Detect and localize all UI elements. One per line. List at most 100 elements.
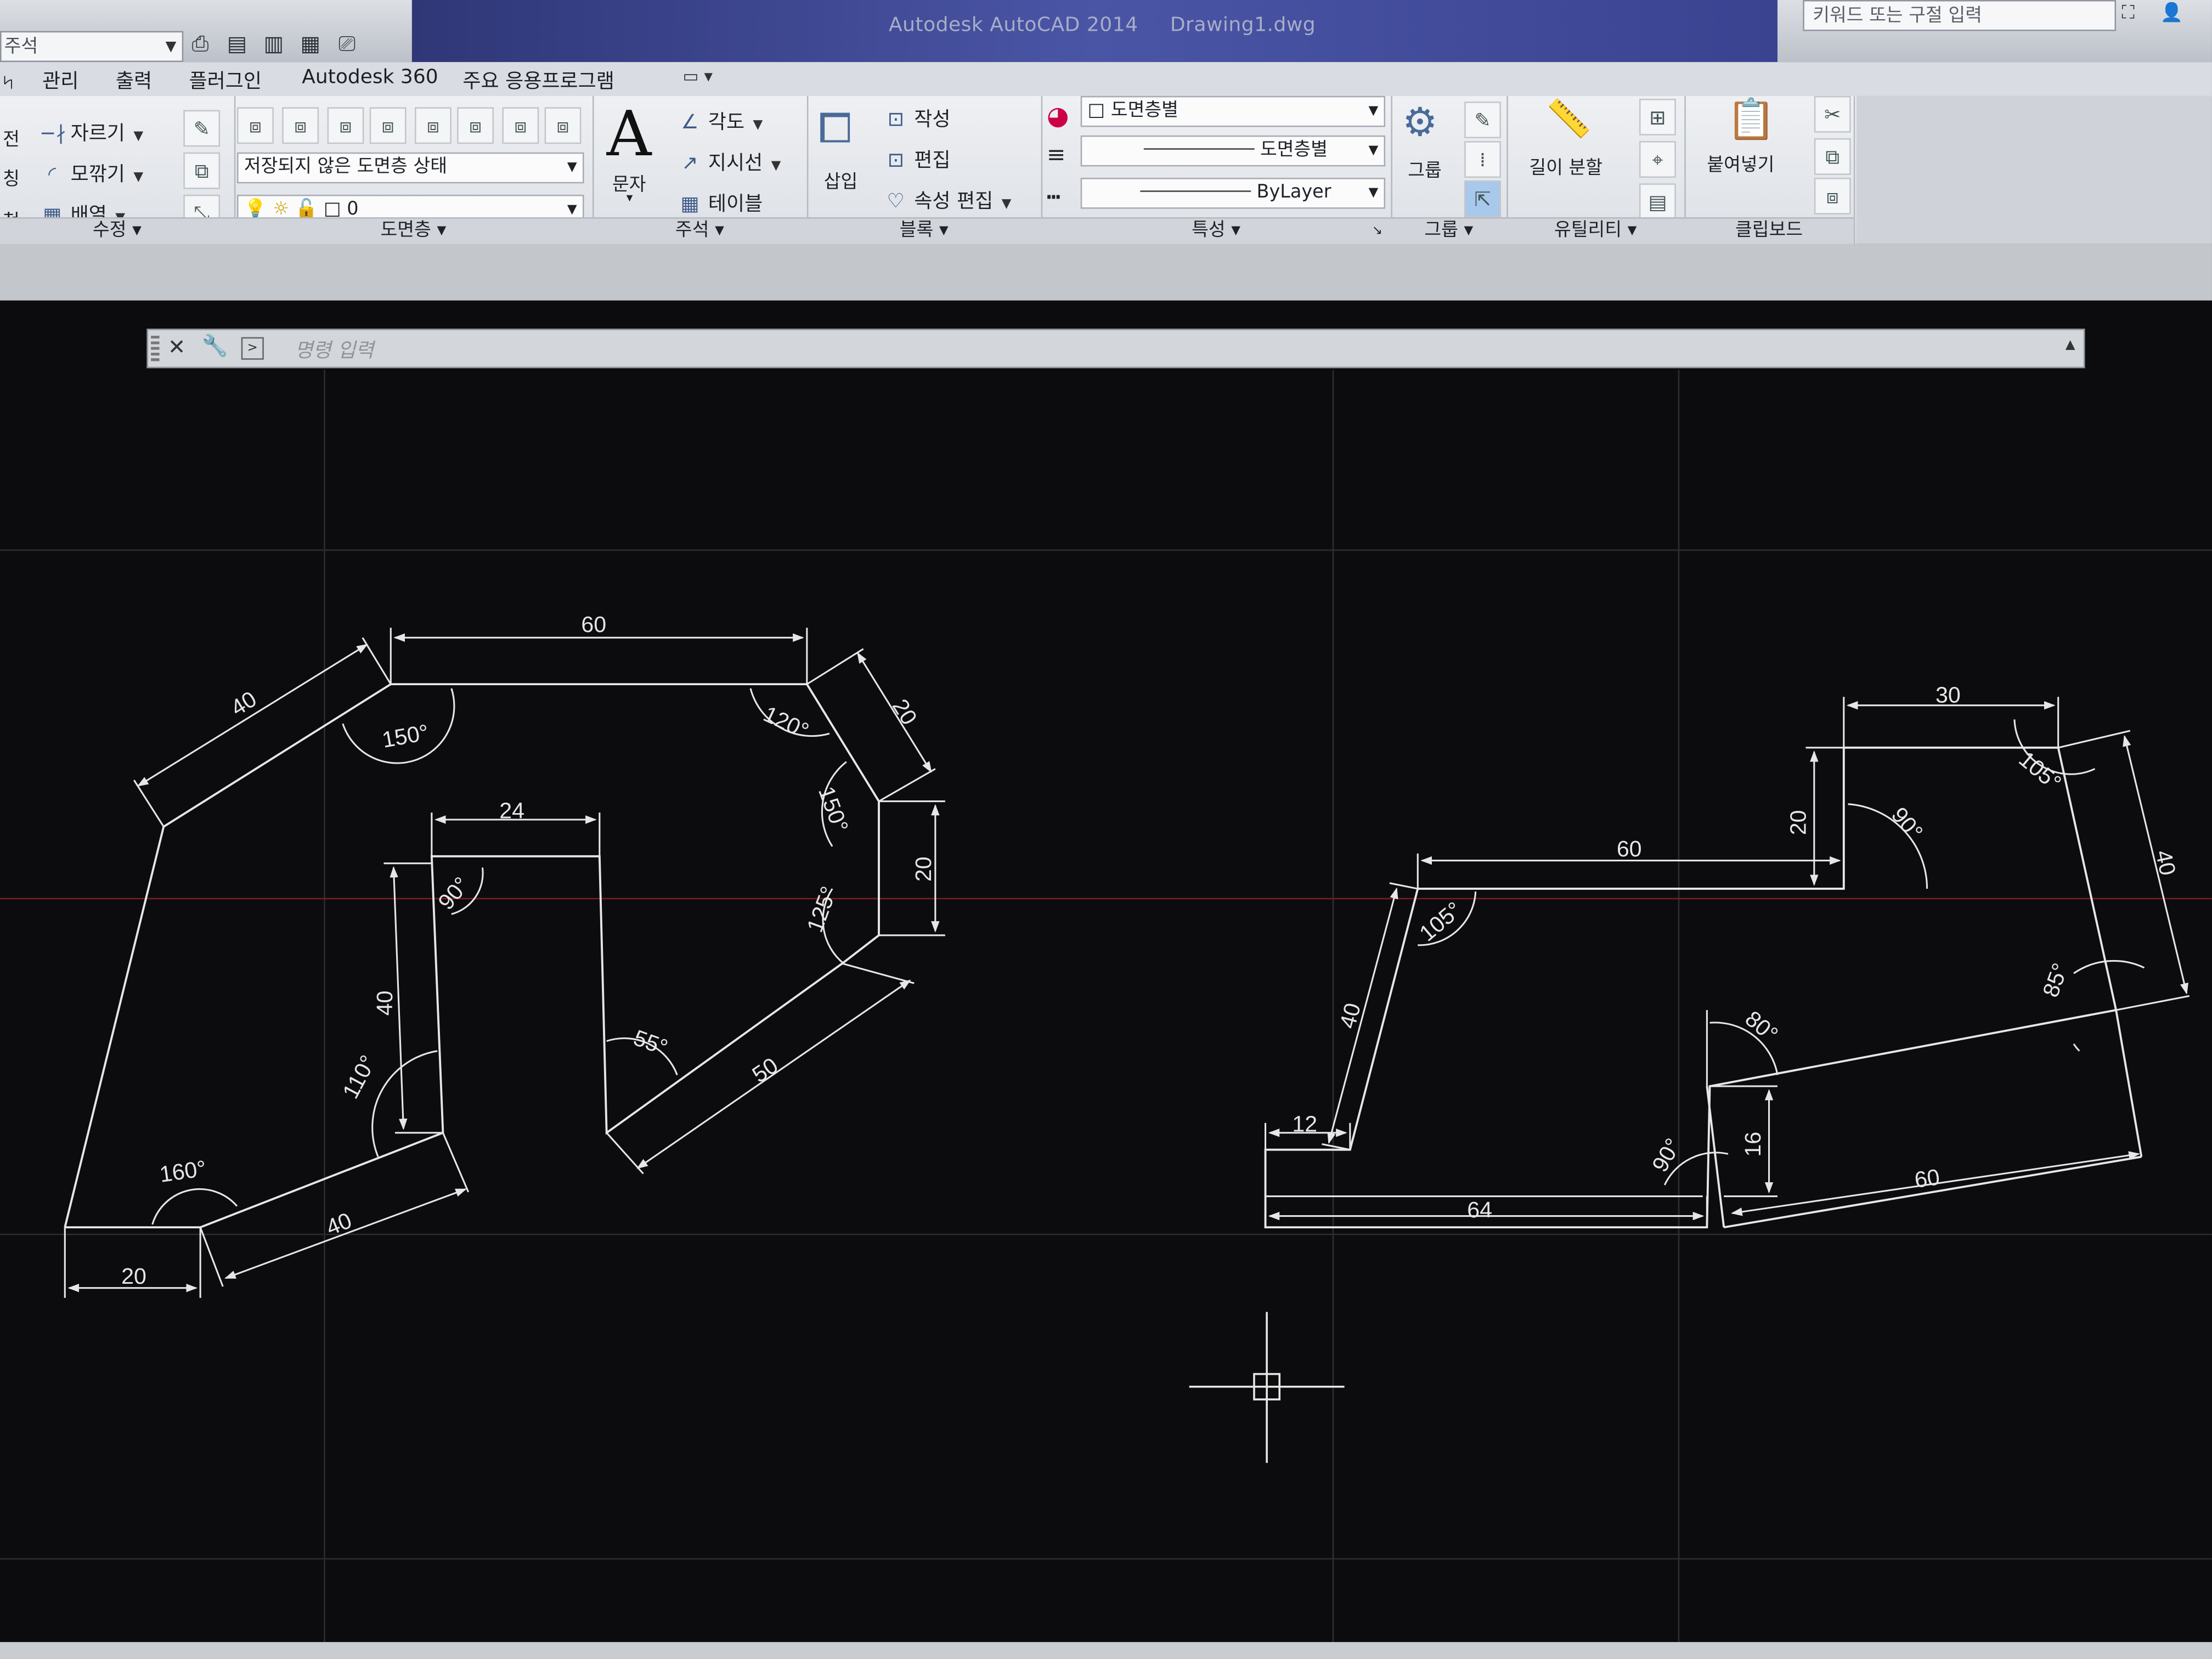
leader-button[interactable]: ↗ 지시선 ▼ <box>677 148 781 176</box>
trim-button[interactable]: −∤ 자르기 ▼ <box>40 119 143 146</box>
color-select[interactable]: □ 도면층별 ▼ <box>1080 95 1386 127</box>
tab-overflow[interactable]: ৸ <box>3 66 13 100</box>
layer-state-select[interactable]: 저장되지 않은 도면층 상태 ▼ <box>236 152 584 184</box>
dim-text: 20 <box>911 856 936 882</box>
clipboard-icon: 📋 <box>1726 95 1776 143</box>
linetype-icon: ┅ <box>1046 183 1060 211</box>
group-select-icon[interactable]: ⇱ <box>1464 180 1501 217</box>
dialog-launcher-icon[interactable]: ↘ <box>1372 219 1383 244</box>
workspace-switcher[interactable]: 주석 ▼ <box>0 31 184 63</box>
linetype-value: ByLayer <box>1256 182 1331 204</box>
panel-layers: ⧈ ⧈ ⧈ ⧈ ⧈ ⧈ ⧈ ⧈ 저장되지 않은 도면층 상태 ▼ 💡 ☼ 🔓 □ … <box>234 95 594 244</box>
chevron-up-icon[interactable]: ▲ <box>2066 338 2075 353</box>
edit-attributes-button[interactable]: ♡ 속성 편집 ▼ <box>883 186 1012 214</box>
chevron-down-icon: ▼ <box>133 129 144 144</box>
id-point-icon[interactable]: ⌖ <box>1639 141 1676 178</box>
binoculars-icon[interactable]: ⛶ <box>2121 3 2134 24</box>
status-bar <box>0 1642 2212 1659</box>
ribbon-tabs: ৸ 관리 출력 플러그인 Autodesk 360 주요 응용프로그램 ▭ ▾ <box>0 62 2212 100</box>
drag-handle[interactable] <box>151 335 160 362</box>
save-icon[interactable]: ▤ <box>223 30 251 58</box>
panel-title-layers[interactable]: 도면층 ▾ <box>234 217 592 244</box>
erase-icon[interactable]: ✎ <box>183 110 221 147</box>
dim-text: 60 <box>581 612 606 637</box>
tab-output[interactable]: 출력 <box>116 66 152 94</box>
panel-title-properties[interactable]: 특성 ▾ ↘ <box>1041 217 1391 244</box>
ribbon: 전 칭 척 −∤자르기▼ ◜모깎기▼ ▦배열▼ ✎ ⧉ ⤡ 수정 ▾ ⧈ ⧈ ⧈… <box>0 95 1857 246</box>
utilities-title: 유틸리티 <box>1554 220 1622 241</box>
fillet-icon: ◜ <box>48 163 57 187</box>
print-icon[interactable]: ⎙ <box>186 30 214 58</box>
tab-autodesk360[interactable]: Autodesk 360 <box>302 66 438 89</box>
layer-freeze-icon[interactable]: ⧈ <box>369 107 407 144</box>
layer-properties-icon[interactable]: ⧈ <box>236 107 274 144</box>
panel-title-annotation[interactable]: 주석 ▾ <box>592 217 807 244</box>
color-value: 도면층별 <box>1110 100 1178 122</box>
fillet-label: 모깎기 <box>70 163 125 187</box>
layers-title: 도면층 <box>380 220 431 241</box>
copy-with-basepoint-icon[interactable]: ⧈ <box>1814 177 1851 215</box>
panel-utilities: 📏 길이 분할 ⊞ ⌖ ▤ 유틸리티 ▾ <box>1506 95 1686 244</box>
close-icon[interactable]: ✕ <box>168 334 185 359</box>
lineweight-select[interactable]: ────────── 도면층별 ▼ <box>1080 135 1386 167</box>
lineweight-value: 도면층별 <box>1260 139 1328 161</box>
panel-title-groups[interactable]: 그룹 ▾ <box>1391 217 1507 244</box>
quick-access-toolbar: ⎙ ▤ ▥ ▦ ⎚ <box>186 25 361 62</box>
table-button[interactable]: ▦ 테이블 <box>677 189 763 217</box>
search-placeholder: 키워드 또는 구절 입력 <box>1813 5 1982 27</box>
angular-dimension-button[interactable]: ∠ 각도 ▼ <box>677 107 763 135</box>
layer-lock-icon[interactable]: ⧈ <box>414 107 452 144</box>
command-line[interactable]: ✕ 🔧 > 명령 입력 ▲ <box>146 329 2085 369</box>
create-block-icon: ⊡ <box>887 108 904 132</box>
quick-select-icon[interactable]: ⊞ <box>1639 98 1676 136</box>
ruler-icon: 📏 <box>1546 98 1592 142</box>
drawing-canvas[interactable]: 60 40 20 24 40 20 50 40 20 150° 120° 150… <box>0 369 2212 1659</box>
panel-title-modify[interactable]: 수정 ▾ <box>0 217 234 244</box>
dim-text: 20 <box>1785 810 1810 836</box>
account-icons[interactable]: ⛶ 👤 <box>2121 0 2212 31</box>
chevron-down-icon: ▼ <box>1368 144 1379 158</box>
copy-icon[interactable]: ⧉ <box>183 152 221 189</box>
user-icon[interactable]: 👤 <box>2160 3 2183 24</box>
plot-icon[interactable]: ▦ <box>296 30 324 58</box>
ungroup-icon[interactable]: ✎ <box>1464 101 1501 138</box>
wrench-icon[interactable]: 🔧 <box>202 333 228 358</box>
panel-clipboard: 📋 붙여넣기 ✂ ⧉ ⧈ 클립보드 <box>1684 95 1855 244</box>
ribbon-toggle-icon[interactable]: ▭ ▾ <box>683 66 713 86</box>
insert-block-icon: ⧠ <box>818 104 853 154</box>
chevron-down-icon: ▼ <box>771 159 781 174</box>
layer-off-icon[interactable]: ⧈ <box>282 107 319 144</box>
tab-manage[interactable]: 관리 <box>42 66 78 94</box>
copy-clip-icon[interactable]: ⧉ <box>1814 138 1851 175</box>
cut-icon[interactable]: ✂ <box>1814 95 1851 133</box>
layer-merge-icon[interactable]: ⧈ <box>544 107 582 144</box>
panel-title-clipboard[interactable]: 클립보드 <box>1684 217 1854 244</box>
window-title: Autodesk AutoCAD 2014 Drawing1.dwg <box>889 14 1341 37</box>
calculator-icon[interactable]: ▤ <box>1639 183 1676 221</box>
create-block-button[interactable]: ⊡ 작성 <box>883 104 951 132</box>
panel-title-block[interactable]: 블록 ▾ <box>806 217 1041 244</box>
tab-featured-apps[interactable]: 주요 응용프로그램 <box>462 66 614 94</box>
publish-icon[interactable]: ⎚ <box>333 30 361 58</box>
groups-title: 그룹 <box>1424 220 1458 241</box>
modify-row-label: 전 <box>3 129 20 151</box>
group-edit-icon[interactable]: ⁞ <box>1464 141 1501 178</box>
linetype-select[interactable]: ────────── ByLayer ▼ <box>1080 177 1386 209</box>
edit-block-button[interactable]: ⊡ 편집 <box>883 145 951 173</box>
search-input[interactable]: 키워드 또는 구절 입력 <box>1803 0 2117 31</box>
dim-text: 30 <box>1936 682 1961 708</box>
layer-isolate-icon[interactable]: ⧈ <box>327 107 364 144</box>
fillet-button[interactable]: ◜ 모깎기 ▼ <box>40 160 143 188</box>
save-as-icon[interactable]: ▥ <box>259 30 287 58</box>
edit-block-icon: ⊡ <box>887 149 904 172</box>
insert-label: 삽입 <box>823 172 858 194</box>
toolbar-background <box>0 244 2212 301</box>
panel-title-utilities[interactable]: 유틸리티 ▾ <box>1506 217 1685 244</box>
annotation-title: 주석 <box>675 220 709 241</box>
layer-match-icon[interactable]: ⧈ <box>457 107 494 144</box>
layer-walk-icon[interactable]: ⧈ <box>502 107 539 144</box>
prompt-icon[interactable]: > <box>241 337 264 360</box>
dim-text: 20 <box>121 1263 146 1289</box>
tab-plugins[interactable]: 플러그인 <box>189 66 262 94</box>
command-input[interactable]: 명령 입력 <box>295 336 374 364</box>
